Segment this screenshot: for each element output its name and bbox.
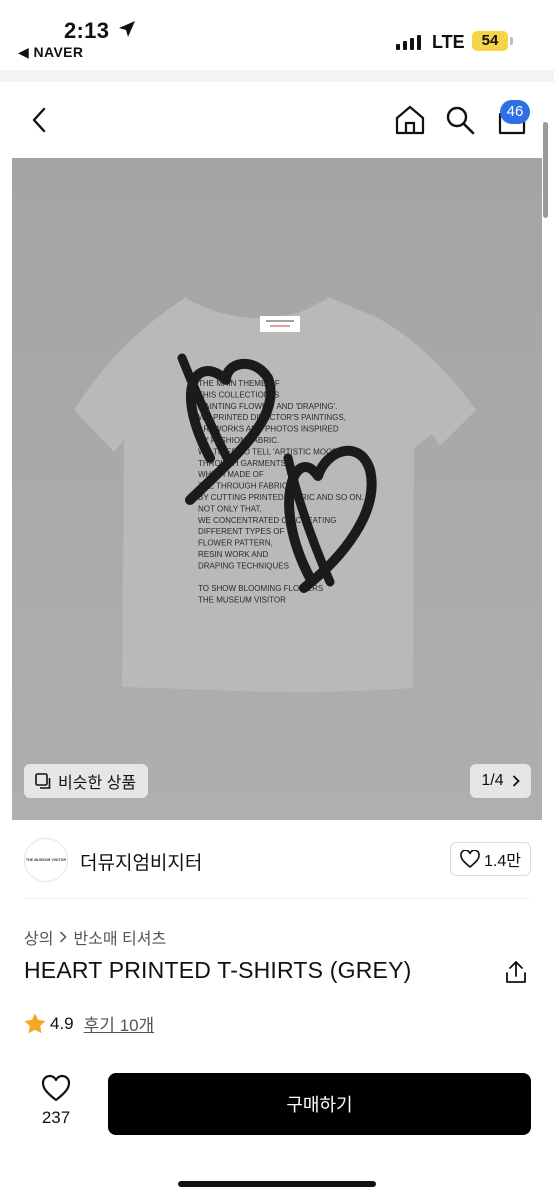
back-to-app-link[interactable]: ◀ NAVER — [18, 44, 83, 61]
search-button[interactable] — [442, 102, 478, 138]
shirt-print-line: WE CONCENTRATED ON CREATING — [198, 516, 336, 525]
shirt-print-line: BY FASHION FABRIC. — [198, 436, 279, 445]
home-button[interactable] — [392, 102, 428, 138]
battery-icon: 54 — [472, 31, 508, 51]
similar-products-button[interactable]: 비슷한 상품 — [24, 764, 149, 798]
brand-name[interactable]: 더뮤지엄비지터 — [80, 848, 202, 875]
shirt-print-line: NOT ONLY THAT, — [198, 504, 262, 513]
pager-label: 1/4 — [481, 772, 504, 789]
brand-like-count: 1.4만 — [484, 853, 521, 870]
chevron-right-icon — [60, 931, 68, 943]
home-indicator — [178, 1181, 376, 1187]
rating-row: 4.9 후기 10개 — [24, 1011, 154, 1036]
top-nav — [0, 82, 554, 156]
status-time: 2:13 — [64, 18, 110, 43]
scrollbar[interactable] — [543, 122, 548, 218]
chevron-right-icon — [512, 775, 520, 787]
shirt-print-line: THE MUSEUM VISITOR — [198, 596, 286, 605]
heart-outline-icon — [41, 1074, 71, 1102]
image-pager[interactable]: 1/4 — [470, 764, 531, 798]
search-icon — [446, 106, 475, 135]
share-button[interactable] — [505, 960, 527, 989]
shirt-print-line: DIFFERENT TYPES OF — [198, 527, 284, 536]
home-icon — [395, 105, 425, 135]
battery-level: 54 — [481, 32, 499, 49]
shirt-print-line: RESIN WORK AND — [198, 550, 268, 559]
brand-like-button[interactable]: 1.4만 — [450, 842, 531, 876]
header-gap — [0, 70, 554, 82]
shirt-print-line: DRAPING TECHNIQUES — [198, 561, 289, 570]
location-arrow-icon — [119, 21, 135, 37]
breadcrumb-subcategory[interactable]: 반소매 티셔츠 — [73, 925, 166, 949]
divider — [24, 898, 530, 899]
similar-products-label: 비슷한 상품 — [58, 775, 137, 792]
breadcrumb: 상의 반소매 티셔츠 — [24, 925, 166, 949]
wishlist-button[interactable]: 237 — [24, 1074, 88, 1136]
signal-icon — [396, 34, 422, 50]
review-link[interactable]: 후기 10개 — [84, 1011, 155, 1036]
buy-button[interactable]: 구매하기 — [108, 1073, 531, 1135]
copy-icon — [35, 773, 51, 789]
status-bar: 2:13 ◀ NAVER LTE 54 — [0, 0, 554, 70]
product-title: HEART PRINTED T-SHIRTS (GREY) — [24, 957, 412, 983]
shirt-print-line: FLOWER PATTERN, — [198, 539, 273, 548]
battery-tip — [510, 37, 513, 45]
cart-count-badge: 46 — [500, 100, 530, 124]
wishlist-count: 237 — [41, 1108, 71, 1127]
shirt-print-line: BY CUTTING PRINTED FABRIC AND SO ON. — [198, 493, 364, 502]
breadcrumb-category[interactable]: 상의 — [24, 925, 53, 949]
share-icon — [506, 961, 526, 983]
product-image[interactable]: THE MAIN THEME OF THIS COLLECTION IS 'PAIN… — [12, 158, 542, 820]
back-icon — [32, 107, 46, 133]
neck-label — [260, 316, 300, 332]
heart-outline-icon — [460, 850, 480, 868]
star-icon — [24, 1013, 46, 1034]
rating-score: 4.9 — [50, 1013, 74, 1033]
back-button[interactable] — [24, 104, 56, 136]
brand-logo[interactable]: THE MUSEUM VISITOR — [24, 838, 68, 882]
shirt-print-line: WE PRINTED DIRECTOR'S PAINTINGS, — [198, 413, 346, 422]
network-label: LTE — [432, 32, 465, 52]
tshirt-illustration: THE MAIN THEME OFTHIS COLLECTION IS'PAIN… — [74, 293, 476, 693]
